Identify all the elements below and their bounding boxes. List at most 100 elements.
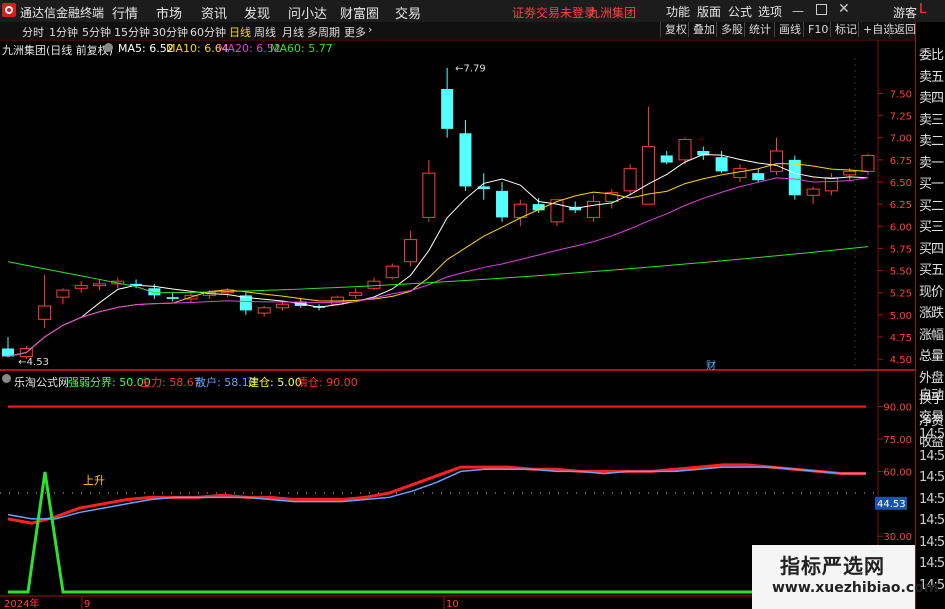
period-daily[interactable]: 日线: [229, 24, 251, 40]
period-1min[interactable]: 1分钟: [49, 24, 78, 40]
overlay-button[interactable]: 叠加: [688, 22, 719, 37]
quote-row-6[interactable]: 买一: [919, 173, 944, 192]
menu-news[interactable]: 资讯: [201, 3, 227, 22]
period-tick[interactable]: 分时: [22, 24, 44, 40]
quote-row-1[interactable]: 卖五: [919, 66, 944, 85]
menu-discover[interactable]: 发现: [244, 3, 270, 22]
period-multi[interactable]: 多周期: [307, 24, 340, 40]
candlestick-chart[interactable]: 7.50 7.25 7.00 6.75 6.50 6.25 6.00 5.75 5.50 5.25…: [0, 40, 915, 371]
period-30min[interactable]: 30分钟: [152, 24, 188, 40]
quote-row-2[interactable]: 卖四: [919, 87, 944, 106]
period-5min[interactable]: 5分钟: [82, 24, 111, 40]
menu-formula[interactable]: 公式: [728, 3, 752, 20]
price-tick-label: 6.00: [890, 222, 912, 233]
chevron-right-icon[interactable]: ›: [368, 23, 372, 36]
menu-market[interactable]: 市场: [156, 3, 182, 22]
price-tick-label: 5.00: [890, 311, 912, 322]
indicator-settings-icon[interactable]: [2, 374, 11, 383]
price-tick-label: 7.25: [890, 112, 912, 123]
candle-body: [587, 200, 601, 218]
menu-trade[interactable]: 交易: [395, 3, 421, 22]
price-tick-label: 5.50: [890, 267, 912, 278]
stats-button[interactable]: 统计: [744, 22, 775, 37]
candle-body: [166, 297, 179, 299]
restore-icon[interactable]: [816, 4, 827, 15]
candle-body: [660, 155, 673, 163]
candle-body: [349, 292, 363, 296]
indicator-tick-label: 30.00: [883, 532, 912, 543]
low-price-label: ←4.53: [18, 357, 49, 368]
adjust-button[interactable]: 复权: [660, 22, 691, 37]
trade-row-7[interactable]: 14:56: [919, 535, 945, 550]
quote-row-12[interactable]: 涨跌: [919, 302, 944, 321]
candle-body: [496, 190, 509, 218]
menu-xiaoda[interactable]: 问小达: [288, 3, 327, 22]
trade-row-3[interactable]: 14:56: [919, 449, 945, 464]
price-tick-label: 6.75: [890, 156, 912, 167]
app-logo-icon: [2, 3, 16, 17]
panel-toggle-label[interactable]: L: [919, 2, 926, 17]
indicator-title: 乐淘公式网: [14, 376, 69, 389]
ad-url: www.xuezhibiao.com: [772, 580, 939, 596]
trade-row-1[interactable]: 交易: [919, 406, 944, 425]
menu-layout[interactable]: 版面: [697, 3, 721, 20]
candle-body: [56, 289, 70, 298]
draw-line-button[interactable]: 画线: [774, 22, 805, 37]
x-label-oct: 10: [446, 599, 459, 609]
quote-row-14[interactable]: 总量: [919, 345, 944, 364]
minimize-icon[interactable]: —: [792, 4, 804, 18]
quote-row-13[interactable]: 涨幅: [919, 324, 944, 343]
indicator-tick-label: 60.00: [883, 467, 912, 478]
ma20-line: [7, 177, 869, 357]
quote-row-11[interactable]: 现价: [919, 281, 944, 300]
quote-row-3[interactable]: 卖三: [919, 109, 944, 128]
period-more[interactable]: 更多: [344, 24, 366, 40]
quote-row-9[interactable]: 买四: [919, 238, 944, 257]
indicator-build-label: 建仓: 5.00: [248, 376, 302, 389]
candle-body: [641, 146, 655, 205]
candle-body: [257, 307, 271, 314]
quote-row-4[interactable]: 卖二: [919, 130, 944, 149]
trade-row-8[interactable]: 14:56: [919, 556, 945, 571]
trade-row-0[interactable]: 自动: [919, 384, 944, 403]
quote-row-7[interactable]: 买二: [919, 195, 944, 214]
candle-body: [275, 303, 289, 309]
trade-row-4[interactable]: 14:56: [919, 470, 945, 485]
price-tick-label: 4.75: [890, 333, 912, 344]
menu-options[interactable]: 选项: [758, 3, 782, 20]
candle-body: [367, 280, 381, 289]
ma10-line: [7, 163, 869, 357]
period-60min[interactable]: 60分钟: [190, 24, 226, 40]
x-label-year: 2024年: [4, 597, 39, 609]
guest-label[interactable]: 游客: [893, 4, 917, 21]
trade-row-2[interactable]: 14:56: [919, 427, 945, 442]
login-warning[interactable]: 证劵交易未登录: [512, 4, 596, 21]
price-tick-label: 4.50: [890, 355, 912, 366]
period-15min[interactable]: 15分钟: [114, 24, 150, 40]
close-icon[interactable]: ✕: [838, 1, 850, 17]
candle-body: [824, 177, 838, 192]
menu-function[interactable]: 功能: [666, 3, 690, 20]
menu-quotes[interactable]: 行情: [112, 3, 138, 22]
quote-row-10[interactable]: 买五: [919, 259, 944, 278]
quote-row-15[interactable]: 外盘: [919, 367, 944, 386]
indicator-boundary-label: 强弱分界: 50.00: [68, 376, 151, 389]
candle-body: [422, 172, 436, 218]
multi-stock-button[interactable]: 多股: [716, 22, 747, 37]
quote-row-5[interactable]: 卖一: [919, 152, 944, 171]
candle-body: [74, 285, 88, 289]
period-monthly[interactable]: 月线: [282, 24, 304, 40]
candle-body: [459, 133, 472, 187]
menu-wealth[interactable]: 财富圈: [340, 3, 379, 22]
quote-row-8[interactable]: 买三: [919, 216, 944, 235]
period-weekly[interactable]: 周线: [254, 24, 276, 40]
candle-body: [678, 138, 692, 161]
trade-row-6[interactable]: 14:56: [919, 513, 945, 528]
x-label-sep: 9: [84, 599, 90, 609]
f10-button[interactable]: F10: [803, 22, 832, 37]
quote-row-0[interactable]: 委比: [919, 44, 944, 63]
main-force-line: [7, 463, 866, 525]
trade-row-5[interactable]: 14:56: [919, 492, 945, 507]
candle-body: [752, 173, 765, 181]
mark-button[interactable]: 标记: [830, 22, 861, 37]
